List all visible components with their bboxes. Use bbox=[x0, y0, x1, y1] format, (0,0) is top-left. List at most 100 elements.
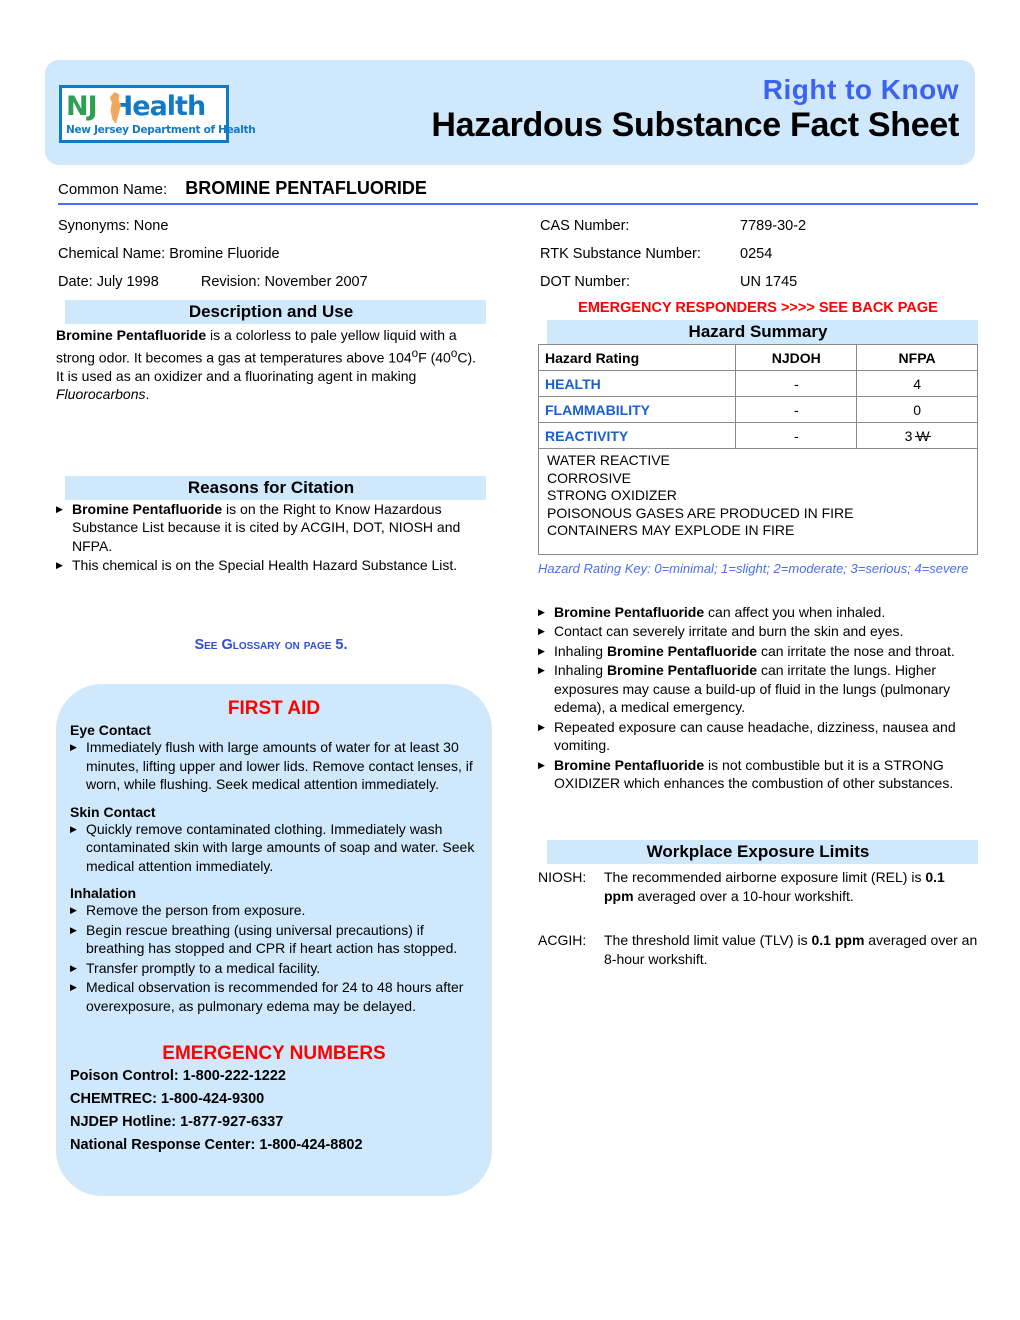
hazard-category-health: HEALTH bbox=[537, 370, 737, 397]
hazard-category-flammability: FLAMMABILITY bbox=[537, 396, 737, 423]
exposure-text-b-niosh: averaged over a 10-hour workshift. bbox=[633, 887, 854, 904]
logo-wordmark: NJ Health bbox=[66, 90, 222, 124]
health-effect-prefix-2: Inhaling bbox=[554, 642, 607, 659]
logo-health-text: Health bbox=[110, 91, 207, 122]
date-label: Date: bbox=[58, 274, 93, 290]
description-bold-lead: Bromine Pentafluoride bbox=[56, 327, 207, 343]
list-item: This chemical is on the Special Health H… bbox=[56, 556, 486, 575]
reason-text-1: This chemical is on the Special Health H… bbox=[72, 557, 458, 574]
list-item: Repeated exposure can cause headache, di… bbox=[538, 718, 978, 755]
logo-nj-text: NJ bbox=[66, 91, 98, 122]
hazard-nfpa-reactivity: 3 W bbox=[856, 422, 978, 449]
health-effect-bold-0: Bromine Pentafluoride bbox=[554, 603, 705, 620]
reason-bold-0: Bromine Pentafluoride bbox=[72, 500, 223, 517]
list-item: Medical observation is recommended for 2… bbox=[70, 978, 478, 1015]
column-header-hazard-rating: Hazard Rating bbox=[537, 344, 737, 371]
first-aid-subhead-eye-contact: Eye Contact bbox=[70, 722, 151, 738]
cas-number-row: CAS Number: 7789-30-2 bbox=[540, 212, 980, 240]
exposure-text-a-niosh: The recommended airborne exposure limit … bbox=[604, 869, 926, 885]
column-header-njdoh: NJDOH bbox=[735, 344, 858, 371]
description-text-f: F (40 bbox=[418, 349, 451, 366]
hazard-note: CORROSIVE bbox=[547, 469, 632, 486]
hazard-note: CONTAINERS MAY EXPLODE IN FIRE bbox=[547, 522, 795, 538]
table-row: HEALTH - 4 bbox=[537, 370, 978, 397]
hazard-category-reactivity: REACTIVITY bbox=[537, 422, 737, 449]
hazard-note: POISONOUS GASES ARE PRODUCED IN FIRE bbox=[547, 504, 854, 521]
cas-number-label: CAS Number: bbox=[540, 218, 630, 234]
emergency-number-chemtrec: CHEMTREC: 1-800-424-9300 bbox=[70, 1091, 265, 1107]
dot-number-row: DOT Number: UN 1745 bbox=[540, 268, 980, 296]
emergency-number-njdep-hotline: NJDEP Hotline: 1-877-927-6337 bbox=[70, 1114, 284, 1130]
reasons-for-citation-list: Bromine Pentafluoride is on the Right to… bbox=[56, 500, 486, 575]
section-header-hazard-summary: Hazard Summary bbox=[538, 320, 978, 344]
list-item: Inhaling Bromine Pentafluoride can irrit… bbox=[538, 642, 978, 661]
synonyms-row: Synonyms: None bbox=[58, 212, 518, 240]
right-column: EMERGENCY RESPONDERS >>>> SEE BACK PAGE … bbox=[537, 300, 978, 793]
chemical-name-row: Chemical Name: Bromine Fluoride bbox=[58, 240, 518, 268]
emergency-number-national-response-center: National Response Center: 1-800-424-8802 bbox=[70, 1137, 363, 1153]
date-value: July 1998 bbox=[96, 274, 159, 290]
health-effect-bold-2: Bromine Pentafluoride bbox=[606, 642, 758, 659]
exposure-agency-acgih: ACGIH: bbox=[538, 932, 587, 948]
emergency-numbers-title: EMERGENCY NUMBERS bbox=[162, 1043, 386, 1064]
exposure-agency-niosh: NIOSH: bbox=[538, 869, 587, 885]
health-effect-bold-5: Bromine Pentafluoride bbox=[554, 756, 705, 773]
section-header-reasons-for-citation: Reasons for Citation bbox=[56, 475, 486, 500]
first-aid-inhalation-list: Remove the person from exposure. Begin r… bbox=[70, 901, 478, 1015]
column-header-nfpa: NFPA bbox=[856, 344, 978, 371]
common-name-value: BROMINE PENTAFLUORIDE bbox=[185, 178, 427, 198]
rtk-substance-number-row: RTK Substance Number: 0254 bbox=[540, 240, 980, 268]
hazard-note: WATER REACTIVE bbox=[547, 452, 670, 468]
first-aid-eye-contact-list: Immediately flush with large amounts of … bbox=[70, 738, 478, 794]
dot-number-value: UN 1745 bbox=[740, 274, 798, 290]
exposure-limit-acgih: ACGIH: The threshold limit value (TLV) is… bbox=[538, 931, 978, 968]
chemical-name-label: Chemical Name: bbox=[58, 246, 166, 262]
chemical-name-value: Bromine Fluoride bbox=[169, 246, 280, 262]
exposure-text-a-acgih: The threshold limit value (TLV) is bbox=[604, 932, 812, 948]
common-name-row: Common Name: BROMINE PENTAFLUORIDE bbox=[58, 178, 978, 199]
first-aid-title: FIRST AID bbox=[227, 698, 321, 719]
hazard-nfpa-health: 4 bbox=[856, 370, 978, 397]
first-aid-subhead-skin-contact: Skin Contact bbox=[70, 803, 156, 820]
cas-number-value: 7789-30-2 bbox=[740, 218, 807, 234]
description-italic-term: Fluorocarbons bbox=[56, 386, 146, 403]
hazard-nfpa-reactivity-number: 3 bbox=[904, 427, 913, 444]
hazard-njdoh-reactivity: - bbox=[735, 422, 858, 449]
hazard-njdoh-health: - bbox=[735, 370, 858, 397]
table-row: REACTIVITY - 3 W bbox=[537, 422, 978, 449]
list-item: Bromine Pentafluoride is on the Right to… bbox=[56, 500, 486, 556]
logo-tagline: New Jersey Department of Health bbox=[66, 124, 256, 136]
hazard-nfpa-flammability: 0 bbox=[856, 396, 978, 423]
right-to-know-label: Right to Know bbox=[762, 74, 959, 105]
glossary-note[interactable]: See Glossary on page 5. bbox=[56, 637, 486, 653]
table-row: FLAMMABILITY - 0 bbox=[537, 396, 978, 423]
synonyms-value: None bbox=[133, 218, 169, 234]
health-effect-text-0: can affect you when inhaled. bbox=[704, 603, 886, 620]
hazard-summary-table: Hazard Rating NJDOH NFPA HEALTH - 4 FLAM… bbox=[537, 344, 978, 449]
rtk-substance-number-value: 0254 bbox=[740, 246, 773, 262]
health-effects-list: Bromine Pentafluoride can affect you whe… bbox=[538, 603, 978, 793]
list-item: Begin rescue breathing (using universal … bbox=[70, 921, 478, 958]
common-name-label: Common Name: bbox=[58, 181, 168, 198]
hazard-rating-key: Hazard Rating Key: 0=minimal; 1=slight; … bbox=[538, 560, 969, 576]
description-paragraph: Bromine Pentafluoride is a colorless to … bbox=[56, 326, 486, 404]
list-item: Bromine Pentafluoride can affect you whe… bbox=[538, 603, 978, 622]
rtk-substance-number-label: RTK Substance Number: bbox=[540, 246, 701, 262]
revision-label: Revision: bbox=[200, 274, 261, 290]
list-item: Bromine Pentafluoride is not combustible… bbox=[538, 756, 978, 793]
workplace-exposure-limits-section: Workplace Exposure Limits NIOSH: The reco… bbox=[538, 840, 978, 968]
first-aid-panel: FIRST AID Eye Contact Immediately flush … bbox=[56, 684, 492, 1196]
emergency-responders-note: EMERGENCY RESPONDERS >>>> SEE BACK PAGE bbox=[578, 300, 938, 316]
header-divider bbox=[58, 203, 978, 205]
list-item: Remove the person from exposure. bbox=[70, 901, 478, 920]
exposure-value-acgih: 0.1 ppm bbox=[811, 932, 865, 948]
left-column: Description and Use Bromine Pentafluorid… bbox=[56, 300, 486, 653]
identification-left: Synonyms: None Chemical Name: Bromine Fl… bbox=[58, 212, 518, 296]
nj-health-logo: NJ Health New Jersey Department of Health bbox=[59, 85, 256, 143]
list-item: Contact can severely irritate and burn t… bbox=[538, 622, 978, 641]
table-header-row: Hazard Rating NJDOH NFPA bbox=[537, 344, 978, 371]
list-item: Immediately flush with large amounts of … bbox=[70, 738, 478, 794]
identification-right: CAS Number: 7789-30-2 RTK Substance Numbe… bbox=[540, 212, 980, 296]
list-item: Quickly remove contaminated clothing. Im… bbox=[70, 820, 478, 876]
dot-number-label: DOT Number: bbox=[540, 274, 630, 290]
